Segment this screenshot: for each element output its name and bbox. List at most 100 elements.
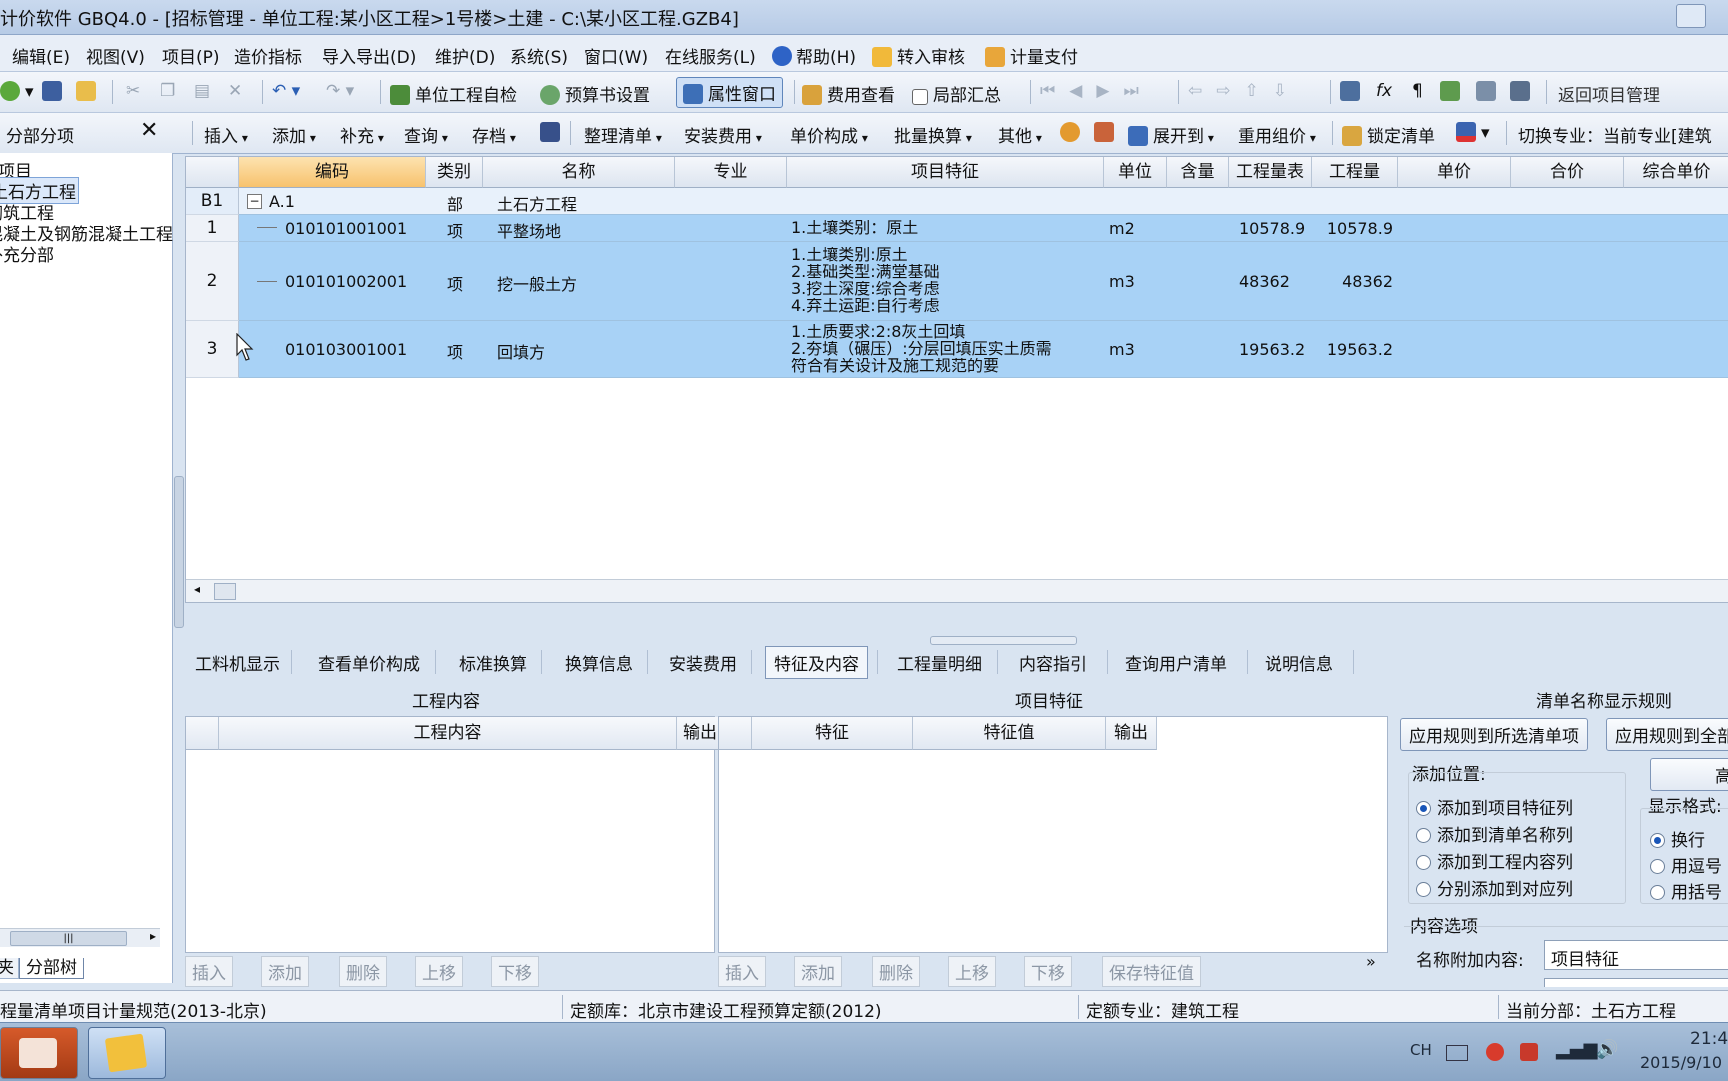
row-number[interactable]: 1 <box>186 215 239 242</box>
undo-button[interactable]: ↶ ▾ <box>272 81 300 101</box>
menu-view[interactable]: 视图(V) <box>86 43 145 68</box>
col-header-feature-value[interactable]: 特征值 <box>913 717 1106 750</box>
return-project-button[interactable]: 返回项目管理 <box>1558 81 1660 106</box>
cell-qty[interactable]: 19563.2 <box>1313 340 1393 359</box>
cell-feature-line[interactable]: 3.挖土深度:综合考虑 <box>791 281 940 297</box>
redo-button[interactable]: ↷ ▾ <box>326 81 354 101</box>
insert-menu[interactable]: 插入 <box>204 122 248 147</box>
wc-delete-button[interactable]: 删除 <box>339 956 387 987</box>
scroll-thumb[interactable] <box>214 583 236 600</box>
tab-unit-price-composition[interactable]: 查看单价构成 <box>318 650 420 675</box>
pf-move-down-button[interactable]: 下移 <box>1024 956 1072 987</box>
table-row-section[interactable]: − A.1 部 土石方工程 <box>239 188 1728 215</box>
name-append-select[interactable]: 项目特征 <box>1544 940 1728 970</box>
cube-icon[interactable] <box>1440 81 1465 102</box>
collapse-icon[interactable]: − <box>247 194 262 209</box>
color-button[interactable]: ▾ <box>1456 122 1490 143</box>
menu-edit[interactable]: 编辑(E) <box>12 43 70 68</box>
security-icon[interactable] <box>1486 1043 1504 1061</box>
nav-arrows[interactable]: ⏮◀▶⏭ <box>1040 81 1153 101</box>
cell-feature-line[interactable]: 1.土壤类别:原土 <box>791 247 908 263</box>
format-bracket-radio[interactable]: 用括号 <box>1650 878 1722 903</box>
binoculars-icon[interactable] <box>540 122 565 143</box>
organize-menu[interactable]: 整理清单 <box>584 122 662 147</box>
gear-icon[interactable] <box>1060 122 1085 143</box>
cell-name[interactable]: 回填方 <box>497 339 545 363</box>
tree-item-supplement[interactable]: 补充分部 <box>0 241 54 266</box>
scroll-right-icon[interactable]: ▸ <box>150 929 156 943</box>
cell-code[interactable]: 010101001001 <box>285 219 407 238</box>
cell-qty[interactable]: 10578.9 <box>1313 219 1393 238</box>
menu-window[interactable]: 窗口(W) <box>584 43 648 68</box>
tab-quantity-detail[interactable]: 工程量明细 <box>897 650 982 675</box>
fee-view-button[interactable]: 费用查看 <box>802 81 895 106</box>
menu-transfer-review[interactable]: 转入审核 <box>872 43 965 68</box>
cell-unit[interactable]: m3 <box>1109 340 1135 359</box>
row-number[interactable]: 3 <box>186 321 239 378</box>
ime-indicator[interactable]: CH <box>1410 1041 1432 1059</box>
col-header-unit-price[interactable]: 单价 <box>1398 157 1511 188</box>
table-row[interactable]: 010101001001 项 平整场地 1.土壤类别：原土 m2 10578.9… <box>239 215 1728 242</box>
cell-type[interactable]: 项 <box>435 339 475 363</box>
tab-install-fee[interactable]: 安装费用 <box>669 650 737 675</box>
cell-qty-expr[interactable]: 19563.2 <box>1239 340 1305 359</box>
col-header-feature[interactable]: 特征 <box>752 717 913 750</box>
col-header-type[interactable]: 类别 <box>426 157 483 188</box>
cell-name[interactable]: 土石方工程 <box>497 191 577 215</box>
menu-online-service[interactable]: 在线服务(L) <box>665 43 756 68</box>
format-comma-radio[interactable]: 用逗号 <box>1650 852 1722 877</box>
position-content-radio[interactable]: 添加到工程内容列 <box>1416 848 1573 873</box>
col-header-name[interactable]: 名称 <box>483 157 675 188</box>
tab-section-tree[interactable]: 分部树 <box>19 958 84 979</box>
network-icon[interactable]: ▂▄▆ <box>1556 1039 1598 1060</box>
row-number[interactable]: 2 <box>186 242 239 321</box>
clock-date[interactable]: 2015/9/10 <box>1640 1053 1722 1072</box>
cell-feature-line[interactable]: 2.夯填（碾压）:分层回填压实土质需 <box>791 341 1052 357</box>
reuse-menu[interactable]: 重用组价 <box>1238 122 1316 147</box>
wc-add-button[interactable]: 添加 <box>261 956 309 987</box>
table-row[interactable]: 010103001001 项 回填方 1.土质要求:2:8灰土回填 2.夯填（碾… <box>239 321 1728 378</box>
install-fee-menu[interactable]: 安装费用 <box>684 122 762 147</box>
add-menu[interactable]: 添加 <box>272 122 316 147</box>
scroll-thumb[interactable]: ||| <box>10 931 127 946</box>
pf-delete-button[interactable]: 删除 <box>872 956 920 987</box>
formula-icon[interactable]: fx <box>1376 81 1392 101</box>
cell-features[interactable]: 1.土壤类别：原土 <box>791 220 918 236</box>
tab-conversion-info[interactable]: 换算信息 <box>565 650 633 675</box>
save-features-button[interactable]: 保存特征值 <box>1102 956 1201 987</box>
tab-folder[interactable]: 夹 <box>0 958 19 979</box>
menu-maintain[interactable]: 维护(D) <box>435 43 495 68</box>
menu-system[interactable]: 系统(S) <box>510 43 568 68</box>
app-tray-icon[interactable] <box>1520 1043 1538 1061</box>
position-separate-radio[interactable]: 分别添加到对应列 <box>1416 875 1573 900</box>
col-header-work-content[interactable]: 工程内容 <box>219 717 677 750</box>
col-header-major[interactable]: 专业 <box>675 157 787 188</box>
cell-feature-line[interactable]: 2.基础类型:满堂基础 <box>791 264 940 280</box>
col-header-qty-expr[interactable]: 工程量表 <box>1229 157 1312 188</box>
query-menu[interactable]: 查询 <box>404 122 448 147</box>
position-features-radio[interactable]: 添加到项目特征列 <box>1416 794 1573 819</box>
cell-code[interactable]: 010101002001 <box>285 272 407 291</box>
delete-button[interactable]: ✕ <box>228 81 242 101</box>
cut-button[interactable]: ✂ <box>126 81 140 101</box>
apply-rules-selected-button[interactable]: 应用规则到所选清单项 <box>1400 718 1588 751</box>
save-button[interactable] <box>42 81 67 102</box>
tools-icon[interactable] <box>1094 122 1119 143</box>
tab-description[interactable]: 说明信息 <box>1265 650 1333 675</box>
cell-name[interactable]: 挖一般土方 <box>497 271 577 295</box>
paragraph-icon[interactable]: ¶ <box>1412 81 1423 101</box>
menu-import-export[interactable]: 导入导出(D) <box>322 43 416 68</box>
menu-measure-pay[interactable]: 计量支付 <box>985 43 1078 68</box>
expand-menu[interactable]: 展开到 <box>1128 122 1214 147</box>
position-name-radio[interactable]: 添加到清单名称列 <box>1416 821 1573 846</box>
grid-horizontal-scrollbar[interactable]: ◂ <box>186 579 1728 602</box>
open-button[interactable] <box>76 81 101 102</box>
wc-move-down-button[interactable]: 下移 <box>491 956 539 987</box>
partial-summary-button[interactable]: 局部汇总 <box>912 81 1001 106</box>
close-icon[interactable]: ✕ <box>140 118 158 143</box>
batch-convert-menu[interactable]: 批量换算 <box>894 122 972 147</box>
cell-type[interactable]: 项 <box>435 271 475 295</box>
col-header-qty[interactable]: 工程量 <box>1312 157 1398 188</box>
calculator-icon[interactable] <box>1340 81 1365 102</box>
archive-menu[interactable]: 存档 <box>472 122 516 147</box>
